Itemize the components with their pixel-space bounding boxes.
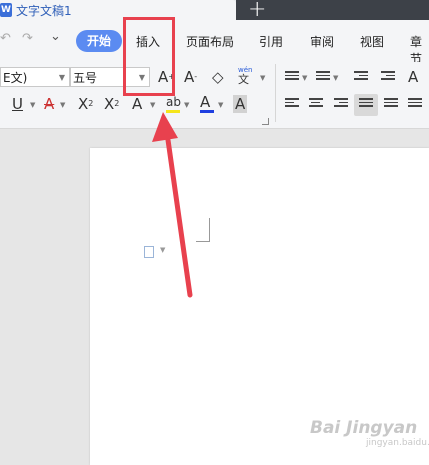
watermark-logo: Bai Jingyan: [310, 418, 418, 438]
annotation-arrow: [152, 112, 193, 298]
watermark-url: jingyan.baidu.com: [366, 438, 429, 448]
